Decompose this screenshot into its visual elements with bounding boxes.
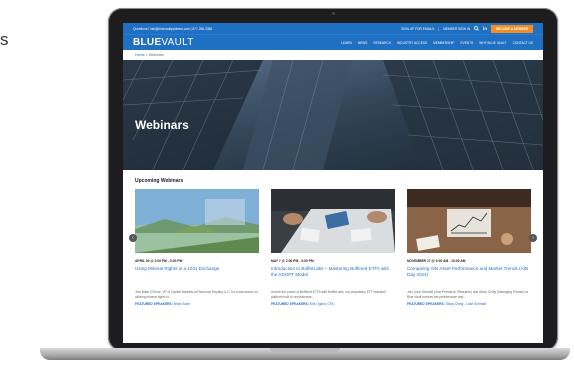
webinar-card[interactable]: NOVEMBER 17 @ 9:00 AM - 10:00 AM Compari… bbox=[407, 189, 531, 306]
hero-image bbox=[123, 60, 543, 170]
top-bar: Questions? info@bluevaultpartners.com | … bbox=[123, 23, 543, 34]
webinar-description: Join Brian O'Sone, VP of Capital Markets… bbox=[135, 290, 258, 299]
webinar-speakers: FEATURED SPEAKERS: Erik Ogard, CFA bbox=[271, 302, 395, 306]
webinar-thumbnail[interactable] bbox=[407, 189, 531, 253]
nav-news[interactable]: NEWS bbox=[358, 41, 368, 45]
nav-industry-access[interactable]: INDUSTRY ACCESS bbox=[397, 41, 427, 45]
hero-title: Webinars bbox=[135, 118, 189, 132]
webinar-card[interactable]: MAY 7 @ 2:00 PM - 3:00 PM Introduction t… bbox=[271, 189, 395, 306]
section-title: Upcoming Webinars bbox=[135, 178, 184, 184]
main-nav: BLUEVAULT LEARN NEWS RESEARCH INDUSTRY A… bbox=[123, 34, 543, 50]
linkedin-icon[interactable]: in bbox=[483, 26, 487, 31]
webinars-section: Upcoming Webinars APRIL 30 @ 2:00 PM - 3… bbox=[123, 170, 543, 306]
webinar-speakers: FEATURED SPEAKERS: Brian Sone bbox=[135, 302, 259, 306]
logo-rest: VAULT bbox=[161, 37, 194, 48]
nav-learn[interactable]: LEARN bbox=[341, 41, 352, 45]
top-bar-right: SIGN UP FOR EMAILS | MEMBER SIGN IN in B… bbox=[401, 24, 533, 33]
chevron-right-icon[interactable]: › bbox=[529, 234, 537, 242]
webinar-date: MAY 7 @ 2:00 PM - 3:00 PM bbox=[271, 259, 314, 263]
nav-membership[interactable]: MEMBERSHIP bbox=[433, 41, 454, 45]
webinar-title[interactable]: Using Mineral Rights in a 1031 Exchange bbox=[135, 266, 259, 278]
speakers-names: Erik Ogard, CFA bbox=[309, 302, 334, 306]
breadcrumb-home[interactable]: Home bbox=[135, 53, 145, 57]
member-signin-link[interactable]: MEMBER SIGN IN bbox=[443, 27, 470, 31]
speakers-names: Stacy Chitty , Luke Schmidt bbox=[445, 302, 487, 306]
laptop-base bbox=[40, 348, 570, 360]
contact-info[interactable]: Questions? info@bluevaultpartners.com | … bbox=[133, 27, 212, 31]
webinar-speakers: FEATURED SPEAKERS: Stacy Chitty , Luke S… bbox=[407, 302, 531, 306]
speakers-label: FEATURED SPEAKERS: bbox=[135, 302, 173, 306]
webinar-description: Join Luke Schmidt (Vice President, Resea… bbox=[407, 290, 528, 299]
chevron-left-icon[interactable]: ‹ bbox=[129, 234, 137, 242]
speakers-label: FEATURED SPEAKERS: bbox=[407, 302, 445, 306]
logo[interactable]: BLUEVAULT bbox=[133, 37, 194, 48]
breadcrumb: Home > Webinars bbox=[123, 50, 543, 60]
logo-bold: BLUE bbox=[133, 37, 162, 48]
nav-why-blue-vault[interactable]: WHY BLUE VAULT bbox=[479, 41, 506, 45]
become-member-button[interactable]: BECOME A MEMBER bbox=[491, 24, 533, 33]
laptop-notch bbox=[270, 348, 340, 352]
signup-link[interactable]: SIGN UP FOR EMAILS bbox=[401, 27, 434, 31]
breadcrumb-current: Webinars bbox=[148, 53, 164, 57]
webinar-title[interactable]: Introduction to BufferLabs – Mastering B… bbox=[271, 266, 395, 278]
speakers-names: Brian Sone bbox=[173, 302, 191, 306]
webinar-description: Unlock the power of Buffered ETFs with B… bbox=[271, 290, 387, 299]
side-text: s bbox=[0, 30, 9, 49]
webinar-date: APRIL 30 @ 2:00 PM - 3:00 PM bbox=[135, 259, 183, 263]
webinar-thumbnail[interactable] bbox=[271, 189, 395, 253]
nav-research[interactable]: RESEARCH bbox=[373, 41, 391, 45]
webinar-thumbnail[interactable] bbox=[135, 189, 259, 253]
webinar-cards: APRIL 30 @ 2:00 PM - 3:00 PM Using Miner… bbox=[135, 189, 531, 306]
nav-contact-us[interactable]: CONTACT US bbox=[513, 41, 533, 45]
nav-menu: LEARN NEWS RESEARCH INDUSTRY ACCESS MEMB… bbox=[341, 41, 533, 45]
webinar-card[interactable]: APRIL 30 @ 2:00 PM - 3:00 PM Using Miner… bbox=[135, 189, 259, 306]
separator: | bbox=[438, 26, 440, 31]
speakers-label: FEATURED SPEAKERS: bbox=[271, 302, 309, 306]
search-icon[interactable] bbox=[474, 25, 479, 32]
hero-banner: Webinars bbox=[123, 60, 543, 170]
laptop-screen: Questions? info@bluevaultpartners.com | … bbox=[123, 23, 543, 343]
stage: s Questions? info@bluevaultpartners.com … bbox=[0, 0, 574, 366]
breadcrumb-separator: > bbox=[145, 53, 148, 57]
nav-events[interactable]: EVENTS bbox=[461, 41, 474, 45]
webinar-title[interactable]: Comparing Alts Asset Performance and Mar… bbox=[407, 266, 531, 278]
camera-icon bbox=[331, 12, 335, 15]
webinar-date: NOVEMBER 17 @ 9:00 AM - 10:00 AM bbox=[407, 259, 466, 263]
